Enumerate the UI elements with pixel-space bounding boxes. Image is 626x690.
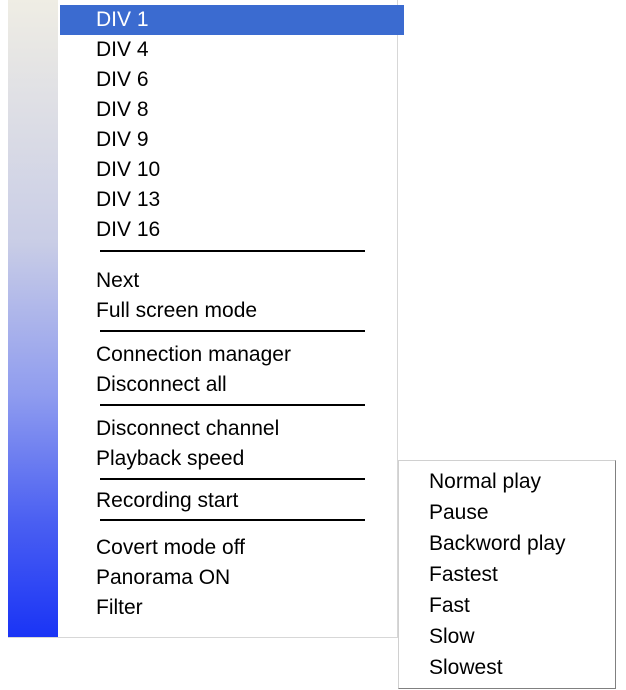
submenu-item-slow[interactable]: Slow [399,621,615,652]
menu-sidebar-gradient [8,0,58,637]
menu-item-div-4[interactable]: DIV 4 [60,35,404,65]
submenu-item-slowest[interactable]: Slowest [399,652,615,683]
menu-item-disconnect-channel[interactable]: Disconnect channel [60,414,404,444]
menu-item-filter[interactable]: Filter [60,593,404,623]
menu-item-full-screen-mode[interactable]: Full screen mode [60,296,404,326]
playback-speed-submenu: Normal play Pause Backword play Fastest … [398,460,616,689]
menu-item-connection-manager[interactable]: Connection manager [60,340,404,370]
menu-item-div-8[interactable]: DIV 8 [60,95,404,125]
submenu-item-fastest[interactable]: Fastest [399,559,615,590]
menu-item-playback-speed[interactable]: Playback speed [60,444,404,474]
menu-item-covert-mode-off[interactable]: Covert mode off [60,533,404,563]
submenu-item-pause[interactable]: Pause [399,497,615,528]
menu-item-div-1[interactable]: DIV 1 [60,5,404,35]
menu-item-div-13[interactable]: DIV 13 [60,185,404,215]
submenu-item-fast[interactable]: Fast [399,590,615,621]
menu-separator [100,519,365,521]
menu-item-div-6[interactable]: DIV 6 [60,65,404,95]
context-menu: DIV 1 DIV 4 DIV 6 DIV 8 DIV 9 DIV 10 DIV… [8,0,404,638]
menu-item-disconnect-all[interactable]: Disconnect all [60,370,404,400]
menu-separator [100,250,365,252]
menu-separator [100,330,365,332]
submenu-item-backword-play[interactable]: Backword play [399,528,615,559]
menu-item-panorama-on[interactable]: Panorama ON [60,563,404,593]
menu-separator [100,478,365,480]
menu-item-div-9[interactable]: DIV 9 [60,125,404,155]
menu-item-div-10[interactable]: DIV 10 [60,155,404,185]
menu-item-div-16[interactable]: DIV 16 [60,215,404,245]
menu-item-next[interactable]: Next [60,266,404,296]
submenu-item-normal-play[interactable]: Normal play [399,466,615,497]
menu-item-recording-start[interactable]: Recording start [60,486,404,516]
menu-separator [100,404,365,406]
